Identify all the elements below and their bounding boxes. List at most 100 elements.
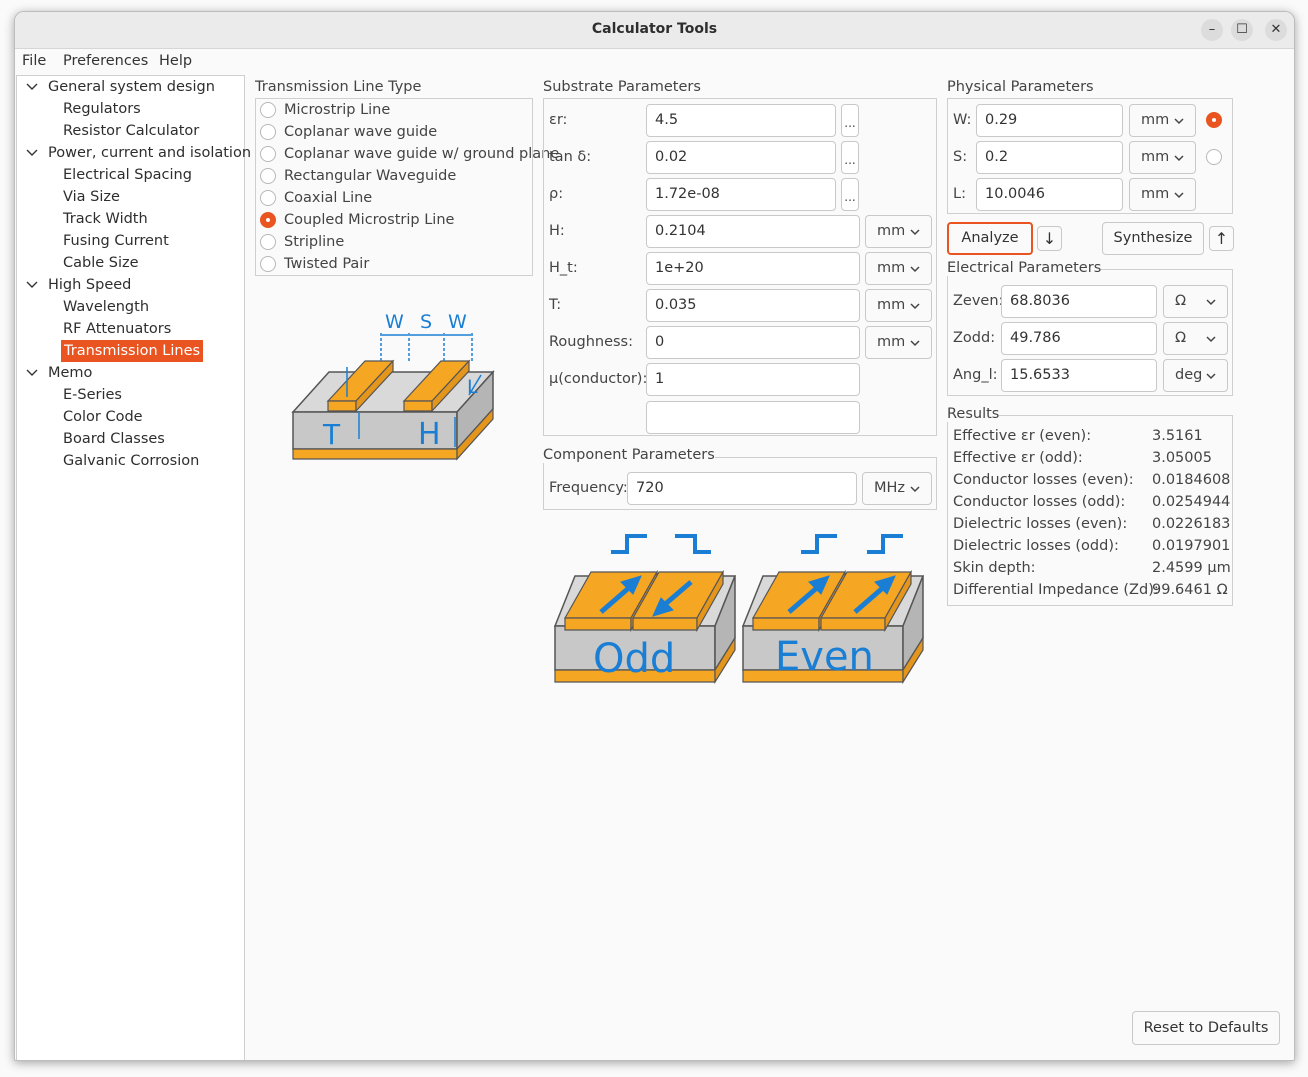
unit-value: mm	[1141, 112, 1170, 128]
tree-group-power-current-and-isolation[interactable]: Power, current and isolation	[48, 142, 251, 164]
substrate-unit-select-5[interactable]: mm	[865, 289, 932, 322]
menu-help[interactable]: Help	[159, 53, 192, 69]
line-type-title: Transmission Line Type	[255, 79, 422, 95]
radio-button[interactable]	[260, 102, 276, 118]
minimize-button[interactable]: –	[1201, 19, 1223, 41]
substrate-input-4[interactable]: 1e+20	[646, 252, 860, 285]
unit-value: mm	[877, 334, 906, 350]
title-bar[interactable]: Calculator Tools – ☐ ✕	[15, 12, 1294, 49]
radio-button[interactable]	[260, 168, 276, 184]
maximize-button[interactable]: ☐	[1231, 19, 1253, 41]
tree-group-general-system-design[interactable]: General system design	[48, 76, 215, 98]
radio-button[interactable]	[260, 212, 276, 228]
electrical-input-2[interactable]: 15.6533	[1001, 359, 1157, 392]
tree-group-memo[interactable]: Memo	[48, 362, 92, 384]
tree-item-track-width[interactable]: Track Width	[63, 208, 148, 230]
tree-item-color-code[interactable]: Color Code	[63, 406, 143, 428]
substrate-label-6: Roughness:	[549, 334, 633, 350]
tree-item-rf-attenuators[interactable]: RF Attenuators	[63, 318, 171, 340]
coupled-microstrip-diagram: W S W L T H	[291, 311, 495, 461]
physical-unit-select-0[interactable]: mm	[1129, 104, 1196, 137]
radio-label: Twisted Pair	[284, 256, 370, 272]
radio-label: Coplanar wave guide w/ ground plane	[284, 146, 560, 162]
physical-unit-select-2[interactable]: mm	[1129, 178, 1196, 211]
odd-label: Odd	[593, 636, 675, 682]
radio-button[interactable]	[260, 256, 276, 272]
tree-item-galvanic-corrosion[interactable]: Galvanic Corrosion	[63, 450, 199, 472]
tree-item-board-classes[interactable]: Board Classes	[63, 428, 165, 450]
odd-pulse-down-icon	[675, 534, 711, 554]
even-pulse-left-icon	[801, 534, 837, 554]
tree-item-e-series[interactable]: E-Series	[63, 384, 122, 406]
synthesize-direction-button[interactable]: ↑	[1209, 226, 1234, 251]
substrate-input-6[interactable]: 0	[646, 326, 860, 359]
substrate-input-0[interactable]: 4.5	[646, 104, 836, 137]
result-label-conductor-losses-even: Conductor losses (even):	[953, 472, 1134, 488]
electrical-unit-select-1[interactable]: Ω	[1163, 322, 1228, 355]
chevron-down-icon	[1206, 336, 1216, 343]
tree-item-electrical-spacing[interactable]: Electrical Spacing	[63, 164, 192, 186]
tree-item-resistor-calculator[interactable]: Resistor Calculator	[63, 120, 199, 142]
substrate-input-7[interactable]: 1	[646, 363, 860, 396]
result-label-dielectric-losses-odd: Dielectric losses (odd):	[953, 538, 1119, 554]
fix-parameter-radio[interactable]	[1206, 149, 1222, 165]
substrate-unit-select-3[interactable]: mm	[865, 215, 932, 248]
radio-button[interactable]	[260, 124, 276, 140]
tree-group-high-speed[interactable]: High Speed	[48, 274, 131, 296]
radio-label: Coupled Microstrip Line	[284, 212, 455, 228]
frequency-unit-select[interactable]: MHz	[862, 472, 932, 505]
chevron-down-icon[interactable]	[26, 362, 38, 384]
physical-input-1[interactable]: 0.2	[976, 141, 1123, 174]
result-value-effective-r-even: 3.5161	[1152, 428, 1203, 444]
frequency-input[interactable]: 720	[627, 472, 857, 505]
material-picker-button[interactable]: ...	[841, 141, 859, 174]
frequency-label: Frequency:	[549, 480, 628, 496]
substrate-unit-select-4[interactable]: mm	[865, 252, 932, 285]
substrate-unit-select-6[interactable]: mm	[865, 326, 932, 359]
physical-unit-select-1[interactable]: mm	[1129, 141, 1196, 174]
radio-button[interactable]	[260, 190, 276, 206]
synthesize-button[interactable]: Synthesize	[1102, 222, 1204, 255]
electrical-label-1: Zodd:	[953, 330, 996, 346]
material-picker-button[interactable]: ...	[841, 104, 859, 137]
analyze-button[interactable]: Analyze	[947, 222, 1033, 255]
substrate-input-5[interactable]: 0.035	[646, 289, 860, 322]
radio-button[interactable]	[260, 234, 276, 250]
physical-input-2[interactable]: 10.0046	[976, 178, 1123, 211]
menu-preferences[interactable]: Preferences	[63, 53, 148, 69]
chevron-down-icon	[1174, 118, 1184, 125]
result-value-skin-depth: 2.4599 µm	[1152, 560, 1231, 576]
tools-tree[interactable]: General system design Regulators Resistor …	[16, 75, 251, 1060]
chevron-down-icon[interactable]	[26, 274, 38, 296]
radio-button[interactable]	[260, 146, 276, 162]
tree-item-cable-size[interactable]: Cable Size	[63, 252, 139, 274]
tree-item-via-size[interactable]: Via Size	[63, 186, 120, 208]
analyze-direction-button[interactable]: ↓	[1037, 226, 1062, 251]
substrate-input-3[interactable]: 0.2104	[646, 215, 860, 248]
substrate-input-2[interactable]: 1.72e-08	[646, 178, 836, 211]
electrical-input-0[interactable]: 68.8036	[1001, 285, 1157, 318]
unit-value: deg	[1175, 367, 1203, 383]
menu-file[interactable]: File	[22, 53, 46, 69]
chevron-down-icon[interactable]	[26, 76, 38, 98]
reset-defaults-button[interactable]: Reset to Defaults	[1132, 1011, 1280, 1045]
chevron-down-icon[interactable]	[26, 142, 38, 164]
tree-item-transmission-lines[interactable]: Transmission Lines	[61, 340, 204, 362]
tree-item-fusing-current[interactable]: Fusing Current	[63, 230, 169, 252]
close-button[interactable]: ✕	[1265, 19, 1287, 41]
tree-item-regulators[interactable]: Regulators	[63, 98, 141, 120]
dim-h-label: H	[418, 417, 441, 452]
menu-bar: File Preferences Help	[15, 49, 1294, 75]
tree-item-wavelength[interactable]: Wavelength	[63, 296, 149, 318]
electrical-unit-select-2[interactable]: deg	[1163, 359, 1228, 392]
electrical-input-1[interactable]: 49.786	[1001, 322, 1157, 355]
physical-input-0[interactable]: 0.29	[976, 104, 1123, 137]
material-picker-button[interactable]: ...	[841, 178, 859, 211]
substrate-input-1[interactable]: 0.02	[646, 141, 836, 174]
fix-parameter-radio[interactable]	[1206, 112, 1222, 128]
unit-value: mm	[877, 223, 906, 239]
substrate-extra-field[interactable]	[646, 401, 860, 434]
result-label-conductor-losses-odd: Conductor losses (odd):	[953, 494, 1126, 510]
unit-value: Ω	[1175, 330, 1187, 346]
electrical-unit-select-0[interactable]: Ω	[1163, 285, 1228, 318]
